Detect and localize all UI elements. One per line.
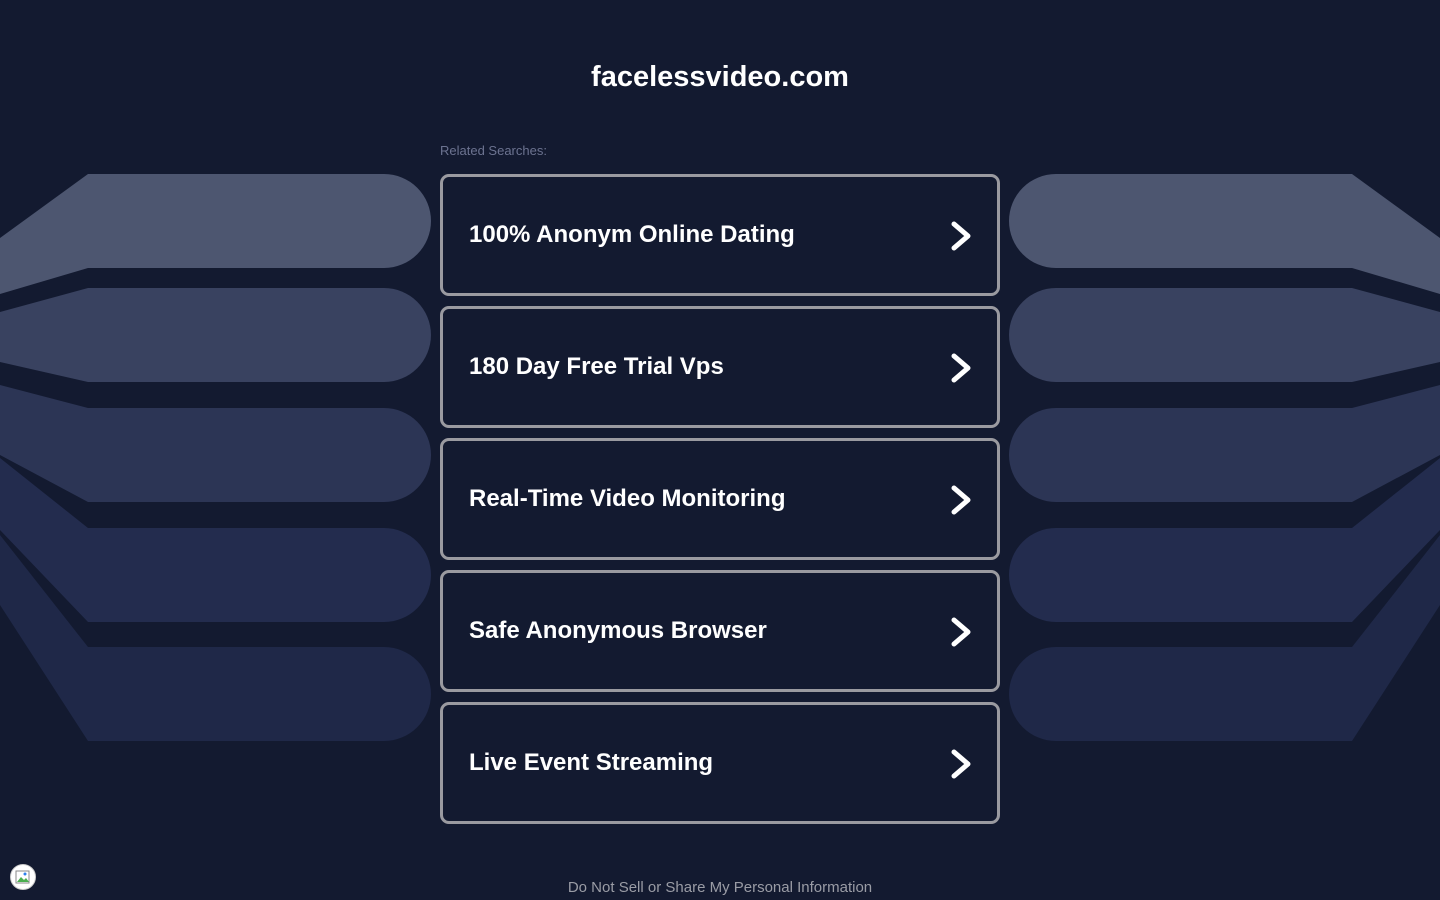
chevron-right-icon [951, 617, 971, 647]
related-search-link-1[interactable]: 100% Anonym Online Dating [440, 174, 1000, 296]
related-search-label: Safe Anonymous Browser [469, 617, 767, 644]
chevron-right-icon [951, 353, 971, 383]
domain-title: facelessvideo.com [591, 61, 849, 93]
chevron-right-icon [951, 749, 971, 779]
related-search-link-2[interactable]: 180 Day Free Trial Vps [440, 306, 1000, 428]
chevron-right-icon [951, 485, 971, 515]
related-search-label: 180 Day Free Trial Vps [469, 353, 724, 380]
related-search-link-5[interactable]: Live Event Streaming [440, 702, 1000, 824]
related-search-label: 100% Anonym Online Dating [469, 221, 795, 248]
related-search-label: Real-Time Video Monitoring [469, 485, 786, 512]
related-search-link-4[interactable]: Safe Anonymous Browser [440, 570, 1000, 692]
related-search-label: Live Event Streaming [469, 749, 714, 776]
related-search-link-3[interactable]: Real-Time Video Monitoring [440, 438, 1000, 560]
related-searches-list: 100% Anonym Online Dating 180 Day Free T… [440, 174, 1000, 834]
related-searches-label: Related Searches: [440, 143, 547, 158]
privacy-link[interactable]: Do Not Sell or Share My Personal Informa… [0, 879, 1440, 897]
page: facelessvideo.com Related Searches: 100%… [0, 0, 1440, 900]
chevron-right-icon [951, 221, 971, 251]
